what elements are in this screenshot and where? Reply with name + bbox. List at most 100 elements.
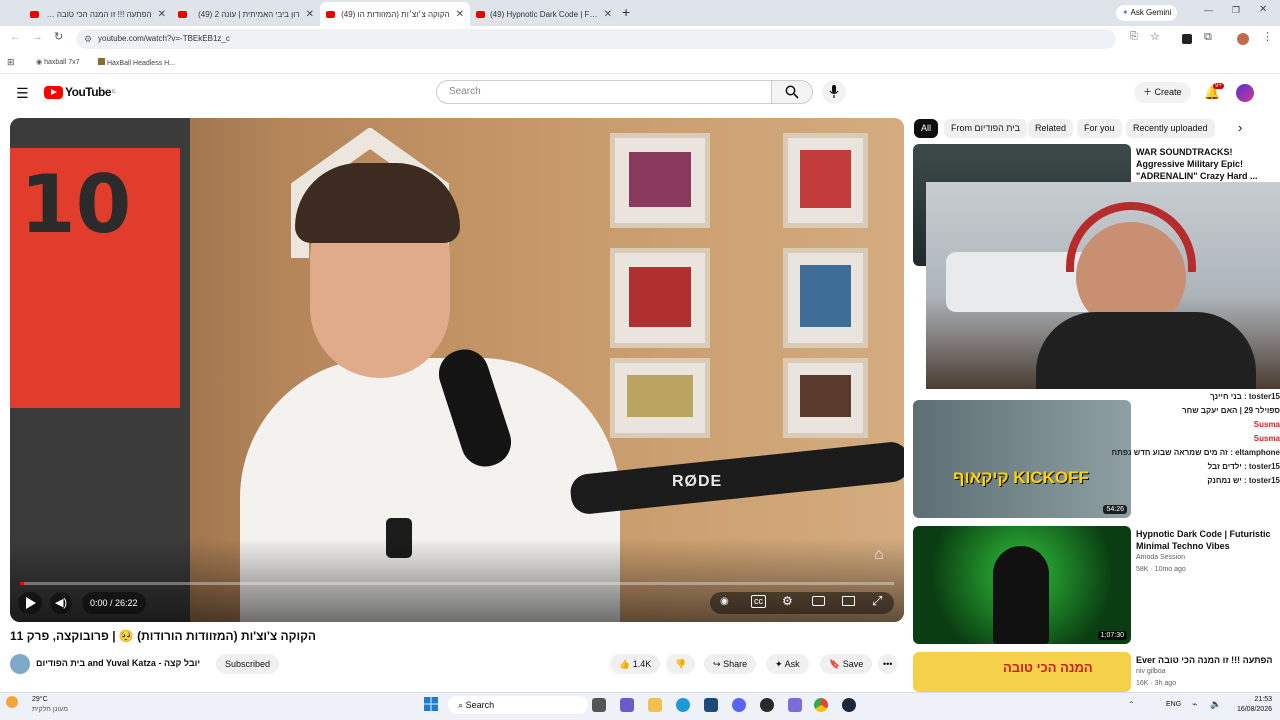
voice-search-button[interactable] <box>822 80 846 104</box>
weather-icon[interactable] <box>6 696 18 708</box>
account-avatar[interactable] <box>1236 84 1254 102</box>
install-app-icon[interactable]: ⎘ <box>1130 31 1138 42</box>
site-info-icon[interactable]: ⚙ <box>84 29 92 49</box>
thumbs-up-icon: 👍 <box>619 659 631 669</box>
chat-overlay: toster15 : בני חיינך ספוילר 29 | האם יעק… <box>1040 390 1280 510</box>
taskbar-search[interactable]: ⌕ Search <box>448 696 588 714</box>
captions-icon[interactable]: cc <box>751 595 766 608</box>
start-button[interactable] <box>424 697 438 716</box>
file-explorer-icon[interactable] <box>648 698 662 712</box>
minimize-icon[interactable]: — <box>1204 5 1213 15</box>
more-dots-icon: ••• <box>883 659 893 669</box>
search-input[interactable]: Search <box>436 80 772 104</box>
play-button[interactable] <box>18 592 42 614</box>
volume-icon[interactable]: 🔈 <box>1210 699 1221 710</box>
share-button[interactable]: ↪ Share <box>704 654 757 674</box>
recommendation-title[interactable]: WAR SOUNDTRACKS! Aggressive Military Epi… <box>1136 146 1276 182</box>
chip-from-channel[interactable]: From בית הפודיום <box>944 119 1028 138</box>
browser-menu-icon[interactable]: ⋮ <box>1262 30 1273 43</box>
restore-icon[interactable]: ❐ <box>1232 5 1240 16</box>
discord-icon[interactable] <box>732 698 746 712</box>
settings-gear-icon[interactable]: ⚙ <box>782 594 793 608</box>
back-arrow-icon[interactable]: ← <box>10 31 21 43</box>
channel-name[interactable]: בית הפודיום and Yuval Katza - יובל קצה <box>36 658 200 668</box>
profile-avatar-icon[interactable] <box>1237 33 1249 45</box>
ask-gemini-button[interactable]: ✦ Ask Gemini <box>1116 5 1178 21</box>
app-icon[interactable] <box>704 698 718 712</box>
subscribed-button[interactable]: Subscribed <box>216 654 280 674</box>
dislike-button[interactable]: 👎 <box>666 654 696 674</box>
recommendation-title[interactable]: הפתעה !!! זו המנה הכי טובה Ever <box>1136 654 1276 666</box>
recommendation-title[interactable]: Hypnotic Dark Code | Futuristic Minimal … <box>1136 528 1276 552</box>
search-button[interactable] <box>771 80 813 104</box>
tab-2[interactable]: רון ביבי האמיתית | עונה 2 (49) ✕ <box>172 4 320 24</box>
tray-chevron-icon[interactable]: ⌃ <box>1128 700 1135 709</box>
theater-mode-icon[interactable] <box>842 596 855 606</box>
bookmark-haxball-headless[interactable]: HaxBall Headless H... <box>98 58 175 67</box>
tab-3-active[interactable]: הקוקה צ׳וצ׳ות (המזוודות הו (49) ✕ <box>320 2 470 26</box>
chip-for-you[interactable]: For you <box>1077 119 1122 138</box>
haxball-favicon-icon <box>98 58 105 65</box>
chip-recently-uploaded[interactable]: Recently uploaded <box>1126 119 1215 138</box>
share-arrow-icon: ↪ <box>713 659 721 669</box>
globe-icon: ◉ <box>36 59 43 66</box>
progress-bar[interactable] <box>20 582 894 585</box>
tab-close-icon[interactable]: ✕ <box>306 9 314 20</box>
volume-icon[interactable]: ◀) <box>50 592 72 614</box>
youtube-favicon-icon <box>476 10 485 18</box>
chips-next-chevron-icon[interactable]: › <box>1238 120 1242 135</box>
tab-close-icon[interactable]: ✕ <box>456 9 464 20</box>
chip-all[interactable]: All <box>914 119 939 138</box>
apps-grid-icon[interactable]: ⊞ <box>7 57 15 68</box>
chrome-icon[interactable] <box>814 698 828 712</box>
youtube-logo[interactable]: YouTube IL <box>44 85 116 99</box>
duration-badge: 1:07:30 <box>1097 631 1127 640</box>
app-icon[interactable] <box>620 698 634 712</box>
url-bar[interactable]: ⚙ youtube.com/watch?v=-TBEkEB1z_c <box>76 29 1116 49</box>
tab-close-icon[interactable]: ✕ <box>604 9 612 20</box>
save-button[interactable]: 🔖 Save <box>820 654 873 674</box>
like-button[interactable]: 👍 1.4K <box>610 654 661 674</box>
youtube-wordmark: YouTube <box>65 85 112 99</box>
chip-related[interactable]: Related <box>1028 119 1074 138</box>
recommendation-thumbnail[interactable]: המנה הכי טובה <box>913 652 1131 692</box>
bookmark-haxball[interactable]: ◉ haxball 7x7 <box>36 58 79 66</box>
forward-arrow-icon[interactable]: → <box>32 31 43 43</box>
new-tab-button[interactable]: + <box>622 4 630 20</box>
tab-4[interactable]: (49) Hypnotic Dark Code | Futu ✕ <box>470 4 618 24</box>
tab-1[interactable]: הפתעה !!! זו המנה הכי טובה (49) ✕ <box>24 4 172 24</box>
ask-button[interactable]: ✦ Ask <box>766 654 809 674</box>
taskbar-date[interactable]: 16/08/2026 <box>1228 706 1272 713</box>
video-player[interactable]: 10 RØDE ⌂ ◀) 0:00 / 26:22 ◉ cc ⚙ ⤢ <box>10 118 904 622</box>
edge-icon[interactable] <box>676 698 690 712</box>
reload-icon[interactable]: ↻ <box>54 30 63 43</box>
network-icon[interactable]: ⌁ <box>1192 699 1197 710</box>
tab-close-icon[interactable]: ✕ <box>158 9 166 20</box>
steam-icon[interactable] <box>842 698 856 712</box>
task-view-icon[interactable] <box>592 698 606 712</box>
autoplay-toggle-icon[interactable]: ◉ <box>720 596 729 607</box>
miniplayer-icon[interactable] <box>812 596 825 606</box>
create-button[interactable]: ＋ Create <box>1134 82 1191 103</box>
chat-line: Susma <box>1253 434 1280 443</box>
channel-avatar[interactable] <box>10 654 30 674</box>
bookmark-label: HaxBall Headless H... <box>106 60 176 67</box>
close-window-icon[interactable]: ✕ <box>1259 4 1267 15</box>
bookmark-star-icon[interactable]: ☆ <box>1150 30 1160 43</box>
taskbar <box>0 692 1280 720</box>
progress-bar-fill <box>20 582 25 585</box>
more-actions-button[interactable]: ••• <box>878 654 898 674</box>
recommendation-channel[interactable]: niv gilboa <box>1136 668 1166 675</box>
app-icon[interactable] <box>788 698 802 712</box>
hamburger-menu-icon[interactable]: ☰ <box>16 85 29 102</box>
extensions-puzzle-icon[interactable]: ⧉ <box>1204 31 1212 44</box>
taskbar-time[interactable]: 21:53 <box>1228 696 1272 703</box>
extension-icon[interactable] <box>1182 34 1192 44</box>
recommendation-channel[interactable]: Amoda Session <box>1136 554 1185 561</box>
channel-watermark-icon[interactable]: ⌂ <box>874 546 884 564</box>
app-icon[interactable] <box>760 698 774 712</box>
input-language[interactable]: ENG <box>1166 701 1181 708</box>
wall-frame <box>610 248 710 348</box>
fullscreen-icon[interactable]: ⤢ <box>872 593 882 609</box>
recommendation-thumbnail[interactable]: 1:07:30 <box>913 526 1131 644</box>
